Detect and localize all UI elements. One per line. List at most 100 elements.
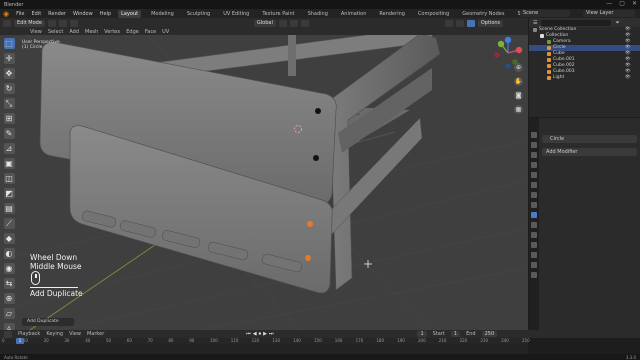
selected-vertex[interactable]: [307, 221, 313, 227]
tab-compositing[interactable]: Compositing: [415, 10, 452, 18]
playback-controls[interactable]: ⏮◀⏹▶⏭: [246, 331, 275, 337]
snap-icon[interactable]: [289, 19, 298, 27]
camera-view-icon[interactable]: ◙: [514, 91, 523, 100]
overlays-icon[interactable]: [444, 19, 453, 27]
extrude-icon[interactable]: ▣: [3, 158, 15, 169]
tab-geometry-nodes[interactable]: Geometry Nodes: [459, 10, 507, 18]
vertex-select-icon[interactable]: [47, 19, 56, 27]
transform-orientation-dropdown[interactable]: Global: [253, 19, 276, 27]
menu-vertex[interactable]: Vertex: [104, 29, 120, 35]
blender-logo-icon[interactable]: ◉: [3, 10, 9, 18]
menu-keying[interactable]: Keying: [46, 331, 63, 337]
selected-vertex[interactable]: [305, 255, 311, 261]
menu-select[interactable]: Select: [48, 29, 63, 35]
tab-texture-paint[interactable]: Texture Paint: [259, 10, 297, 18]
smooth-icon[interactable]: ◉: [3, 263, 15, 274]
menu-mesh[interactable]: Mesh: [85, 29, 98, 35]
object-name-field[interactable]: Circle: [542, 135, 637, 143]
black-vertex[interactable]: [313, 155, 319, 161]
outliner-type-icon[interactable]: ☰: [533, 20, 537, 26]
menu-timeline-view[interactable]: View: [69, 331, 81, 337]
bevel-icon[interactable]: ◩: [3, 188, 15, 199]
material-tab-icon[interactable]: [531, 262, 537, 268]
tab-rendering[interactable]: Rendering: [376, 10, 408, 18]
current-frame-field[interactable]: 1: [417, 331, 427, 337]
collection-tab-icon[interactable]: [531, 192, 537, 198]
close-button[interactable]: ✕: [632, 0, 637, 7]
select-box-icon[interactable]: ⬚: [3, 38, 15, 49]
timeline-track[interactable]: [0, 344, 528, 354]
world-tab-icon[interactable]: [531, 182, 537, 188]
cursor-icon[interactable]: ✛: [3, 53, 15, 64]
menu-playback[interactable]: Playback: [18, 331, 40, 337]
scale-icon[interactable]: ⤡: [3, 98, 15, 109]
tab-layout[interactable]: Layout: [118, 9, 142, 18]
edge-select-icon[interactable]: [58, 19, 67, 27]
inset-icon[interactable]: ◫: [3, 173, 15, 184]
constraints-tab-icon[interactable]: [531, 242, 537, 248]
knife-icon[interactable]: ⟋: [3, 218, 15, 229]
menu-add[interactable]: Add: [69, 29, 79, 35]
shading-solid-icon[interactable]: [466, 19, 475, 27]
pivot-icon[interactable]: [278, 19, 287, 27]
grid-perspective-icon[interactable]: ▦: [514, 105, 523, 114]
spin-icon[interactable]: ◐: [3, 248, 15, 259]
poly-build-icon[interactable]: ◆: [3, 233, 15, 244]
filter-icon[interactable]: ⏷: [615, 20, 619, 26]
maximize-button[interactable]: ▢: [619, 0, 625, 7]
tab-sculpting[interactable]: Sculpting: [184, 10, 213, 18]
mode-dropdown[interactable]: Edit Mode: [14, 19, 45, 27]
3d-viewport[interactable]: User Perspective (1) Circle: [0, 28, 528, 330]
modifier-tab-icon[interactable]: [531, 212, 537, 218]
add-modifier-button[interactable]: Add Modifier: [542, 148, 637, 156]
start-frame-field[interactable]: 1: [450, 331, 461, 337]
view-layer-tab-icon[interactable]: [531, 162, 537, 168]
tab-shading[interactable]: Shading: [305, 10, 331, 18]
options-dropdown[interactable]: Options: [477, 19, 504, 27]
texture-tab-icon[interactable]: [531, 272, 537, 278]
outliner-row[interactable]: Light 👁: [529, 75, 640, 81]
particles-tab-icon[interactable]: [531, 222, 537, 228]
timeline-type-icon[interactable]: [4, 330, 12, 338]
end-frame-field[interactable]: 250: [481, 331, 498, 337]
visibility-eye-icon[interactable]: 👁: [625, 75, 631, 81]
output-tab-icon[interactable]: [531, 152, 537, 158]
pan-hand-icon[interactable]: ✋: [514, 77, 523, 86]
menu-render[interactable]: Render: [48, 11, 66, 17]
tool-tab-icon[interactable]: [531, 132, 537, 138]
loop-cut-icon[interactable]: ▤: [3, 203, 15, 214]
black-vertex[interactable]: [315, 108, 321, 114]
menu-edge[interactable]: Edge: [126, 29, 139, 35]
rotate-icon[interactable]: ↻: [3, 83, 15, 94]
menu-window[interactable]: Window: [73, 11, 93, 17]
tab-uv-editing[interactable]: UV Editing: [220, 10, 252, 18]
tab-modeling[interactable]: Modeling: [148, 10, 177, 18]
data-tab-icon[interactable]: [531, 252, 537, 258]
view-layer-selector[interactable]: View Layer: [583, 10, 635, 17]
shear-icon[interactable]: ▱: [3, 308, 15, 319]
menu-face[interactable]: Face: [145, 29, 156, 35]
menu-view[interactable]: View: [30, 29, 42, 35]
face-select-icon[interactable]: [69, 19, 78, 27]
annotate-icon[interactable]: ✎: [3, 128, 15, 139]
scene-tab-icon[interactable]: [531, 172, 537, 178]
minimize-button[interactable]: —: [606, 0, 612, 7]
object-tab-icon[interactable]: [531, 202, 537, 208]
menu-marker[interactable]: Marker: [87, 331, 104, 337]
move-icon[interactable]: ✥: [3, 68, 15, 79]
tab-animation[interactable]: Animation: [338, 10, 370, 18]
last-operator-panel[interactable]: Add Duplicate: [22, 318, 74, 326]
proportional-edit-icon[interactable]: [300, 19, 309, 27]
zoom-icon[interactable]: ⊕: [514, 63, 523, 72]
menu-file[interactable]: File: [16, 11, 24, 17]
menu-edit[interactable]: Edit: [31, 11, 41, 17]
edge-slide-icon[interactable]: ⇆: [3, 278, 15, 289]
scene-selector[interactable]: Scene: [520, 10, 570, 17]
outliner-search-input[interactable]: [541, 19, 612, 26]
menu-uv[interactable]: UV: [162, 29, 169, 35]
editor-type-icon[interactable]: [3, 19, 11, 27]
measure-icon[interactable]: ⊿: [3, 143, 15, 154]
shrink-fatten-icon[interactable]: ⊕: [3, 293, 15, 304]
transform-icon[interactable]: ⊞: [3, 113, 15, 124]
xray-icon[interactable]: [455, 19, 464, 27]
